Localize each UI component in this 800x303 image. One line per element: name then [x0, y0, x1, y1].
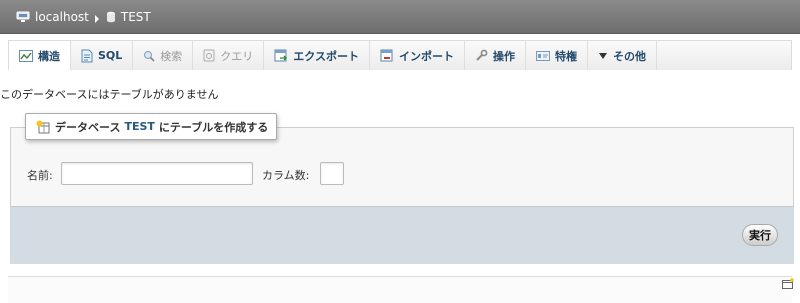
tab-query[interactable]: クエリ	[193, 41, 265, 70]
tab-import[interactable]: インポート	[370, 41, 465, 70]
column-count-label: カラム数:	[262, 169, 310, 182]
tab-sql-label: SQL	[98, 49, 123, 62]
tab-structure[interactable]: 構造	[9, 41, 71, 70]
tab-structure-label: 構造	[38, 49, 60, 63]
search-icon	[143, 50, 155, 62]
breadcrumb: localhost TEST	[0, 0, 800, 34]
new-window-icon[interactable]	[782, 278, 794, 289]
bottom-strip	[8, 276, 792, 303]
tab-operations-label: 操作	[492, 49, 515, 63]
breadcrumb-database[interactable]: TEST	[106, 10, 151, 24]
go-button[interactable]: 実行	[742, 224, 778, 246]
table-name-label: 名前:	[27, 169, 53, 182]
tab-more[interactable]: その他	[588, 41, 657, 70]
tab-operations[interactable]: 操作	[465, 41, 526, 70]
tab-sql[interactable]: SQL	[71, 41, 134, 70]
tab-search-label: 検索	[160, 49, 183, 63]
tab-export-label: エクスポート	[293, 49, 359, 63]
breadcrumb-separator-icon	[94, 14, 99, 23]
tab-import-label: インポート	[398, 49, 454, 63]
triangle-down-icon	[598, 52, 608, 60]
wrench-icon	[475, 49, 488, 62]
create-table-legend: データベース TEST にテーブルを作成する	[25, 113, 278, 140]
breadcrumb-server-label: localhost	[35, 9, 89, 24]
table-name-input[interactable]	[61, 162, 253, 185]
breadcrumb-server[interactable]: localhost	[16, 10, 89, 24]
tab-privileges-label: 特権	[554, 49, 577, 63]
legend-text-after: にテーブルを作成する	[158, 120, 269, 134]
sql-icon	[81, 49, 93, 63]
no-tables-message: このデータベースにはテーブルがありません	[0, 88, 219, 101]
column-count-input[interactable]	[320, 162, 344, 185]
new-table-icon	[36, 120, 50, 134]
legend-database-name: TEST	[124, 120, 155, 133]
tab-more-label: その他	[612, 49, 646, 63]
query-icon	[203, 49, 215, 62]
server-icon	[16, 11, 30, 23]
structure-icon	[19, 49, 33, 62]
tab-export[interactable]: エクスポート	[264, 41, 370, 70]
import-icon	[380, 49, 394, 62]
tab-search[interactable]: 検索	[133, 41, 194, 70]
database-icon	[106, 11, 116, 23]
privileges-icon	[535, 50, 550, 61]
breadcrumb-database-label: TEST	[120, 9, 151, 24]
tab-query-label: クエリ	[220, 49, 254, 63]
legend-text-before: データベース	[55, 120, 121, 134]
tab-menu: 構造 SQL 検索 クエリ エクスポート インポート 操作 特権 その他	[8, 40, 792, 70]
export-icon	[274, 49, 288, 62]
create-table-footer	[10, 206, 794, 264]
tab-privileges[interactable]: 特権	[526, 41, 588, 70]
